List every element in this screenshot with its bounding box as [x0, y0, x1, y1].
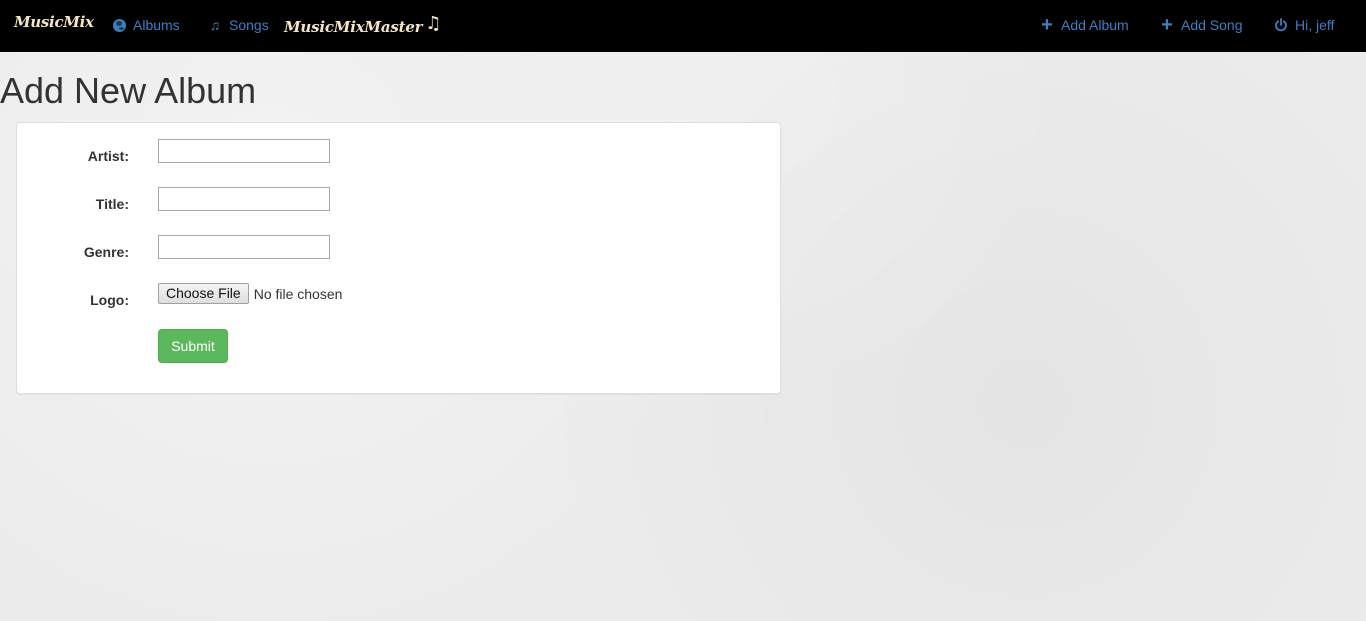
artist-input[interactable] [158, 139, 330, 163]
logo-file-input[interactable]: Choose File No file chosen [158, 283, 342, 304]
nav-songs-link[interactable]: ♫ Songs [207, 17, 269, 33]
nav-user-logout-link[interactable]: Hi, jeff [1273, 17, 1334, 33]
nav-add-album-link[interactable]: + Add Album [1039, 14, 1129, 36]
plus-icon: + [1161, 14, 1173, 36]
nav-add-album-label: Add Album [1061, 17, 1129, 33]
nav-songs-label: Songs [229, 17, 269, 33]
logo-label: Logo: [90, 292, 129, 308]
page-title: Add New Album [0, 70, 257, 111]
nav-albums-link[interactable]: Albums [111, 17, 180, 33]
brand-logo[interactable]: MusicMix [14, 13, 94, 31]
genre-label: Genre: [83, 244, 129, 260]
globe-icon [111, 18, 127, 32]
power-icon [1273, 18, 1289, 32]
title-label: Title: [95, 196, 129, 212]
music-note-icon: ♫ [425, 13, 442, 34]
navbar: MusicMix Albums ♫ Songs MusicMixMaster ♫ … [0, 0, 1366, 52]
brand-master-logo[interactable]: MusicMixMaster ♫ [284, 13, 442, 37]
title-input[interactable] [158, 187, 330, 211]
file-status-text: No file chosen [253, 285, 343, 302]
artist-label: Artist: [87, 148, 129, 164]
plus-icon: + [1041, 14, 1053, 36]
add-album-form: Artist: Title: Genre: Logo: Choose File … [16, 122, 781, 394]
nav-add-song-label: Add Song [1181, 17, 1243, 33]
submit-button[interactable]: Submit [158, 329, 228, 363]
brand-master-label: MusicMixMaster [284, 18, 423, 36]
genre-input[interactable] [158, 235, 330, 259]
nav-add-song-link[interactable]: + Add Song [1159, 14, 1243, 36]
nav-user-label: Hi, jeff [1295, 17, 1335, 33]
nav-albums-label: Albums [133, 17, 180, 33]
music-note-icon: ♫ [209, 17, 221, 33]
choose-file-button[interactable]: Choose File [158, 283, 249, 304]
